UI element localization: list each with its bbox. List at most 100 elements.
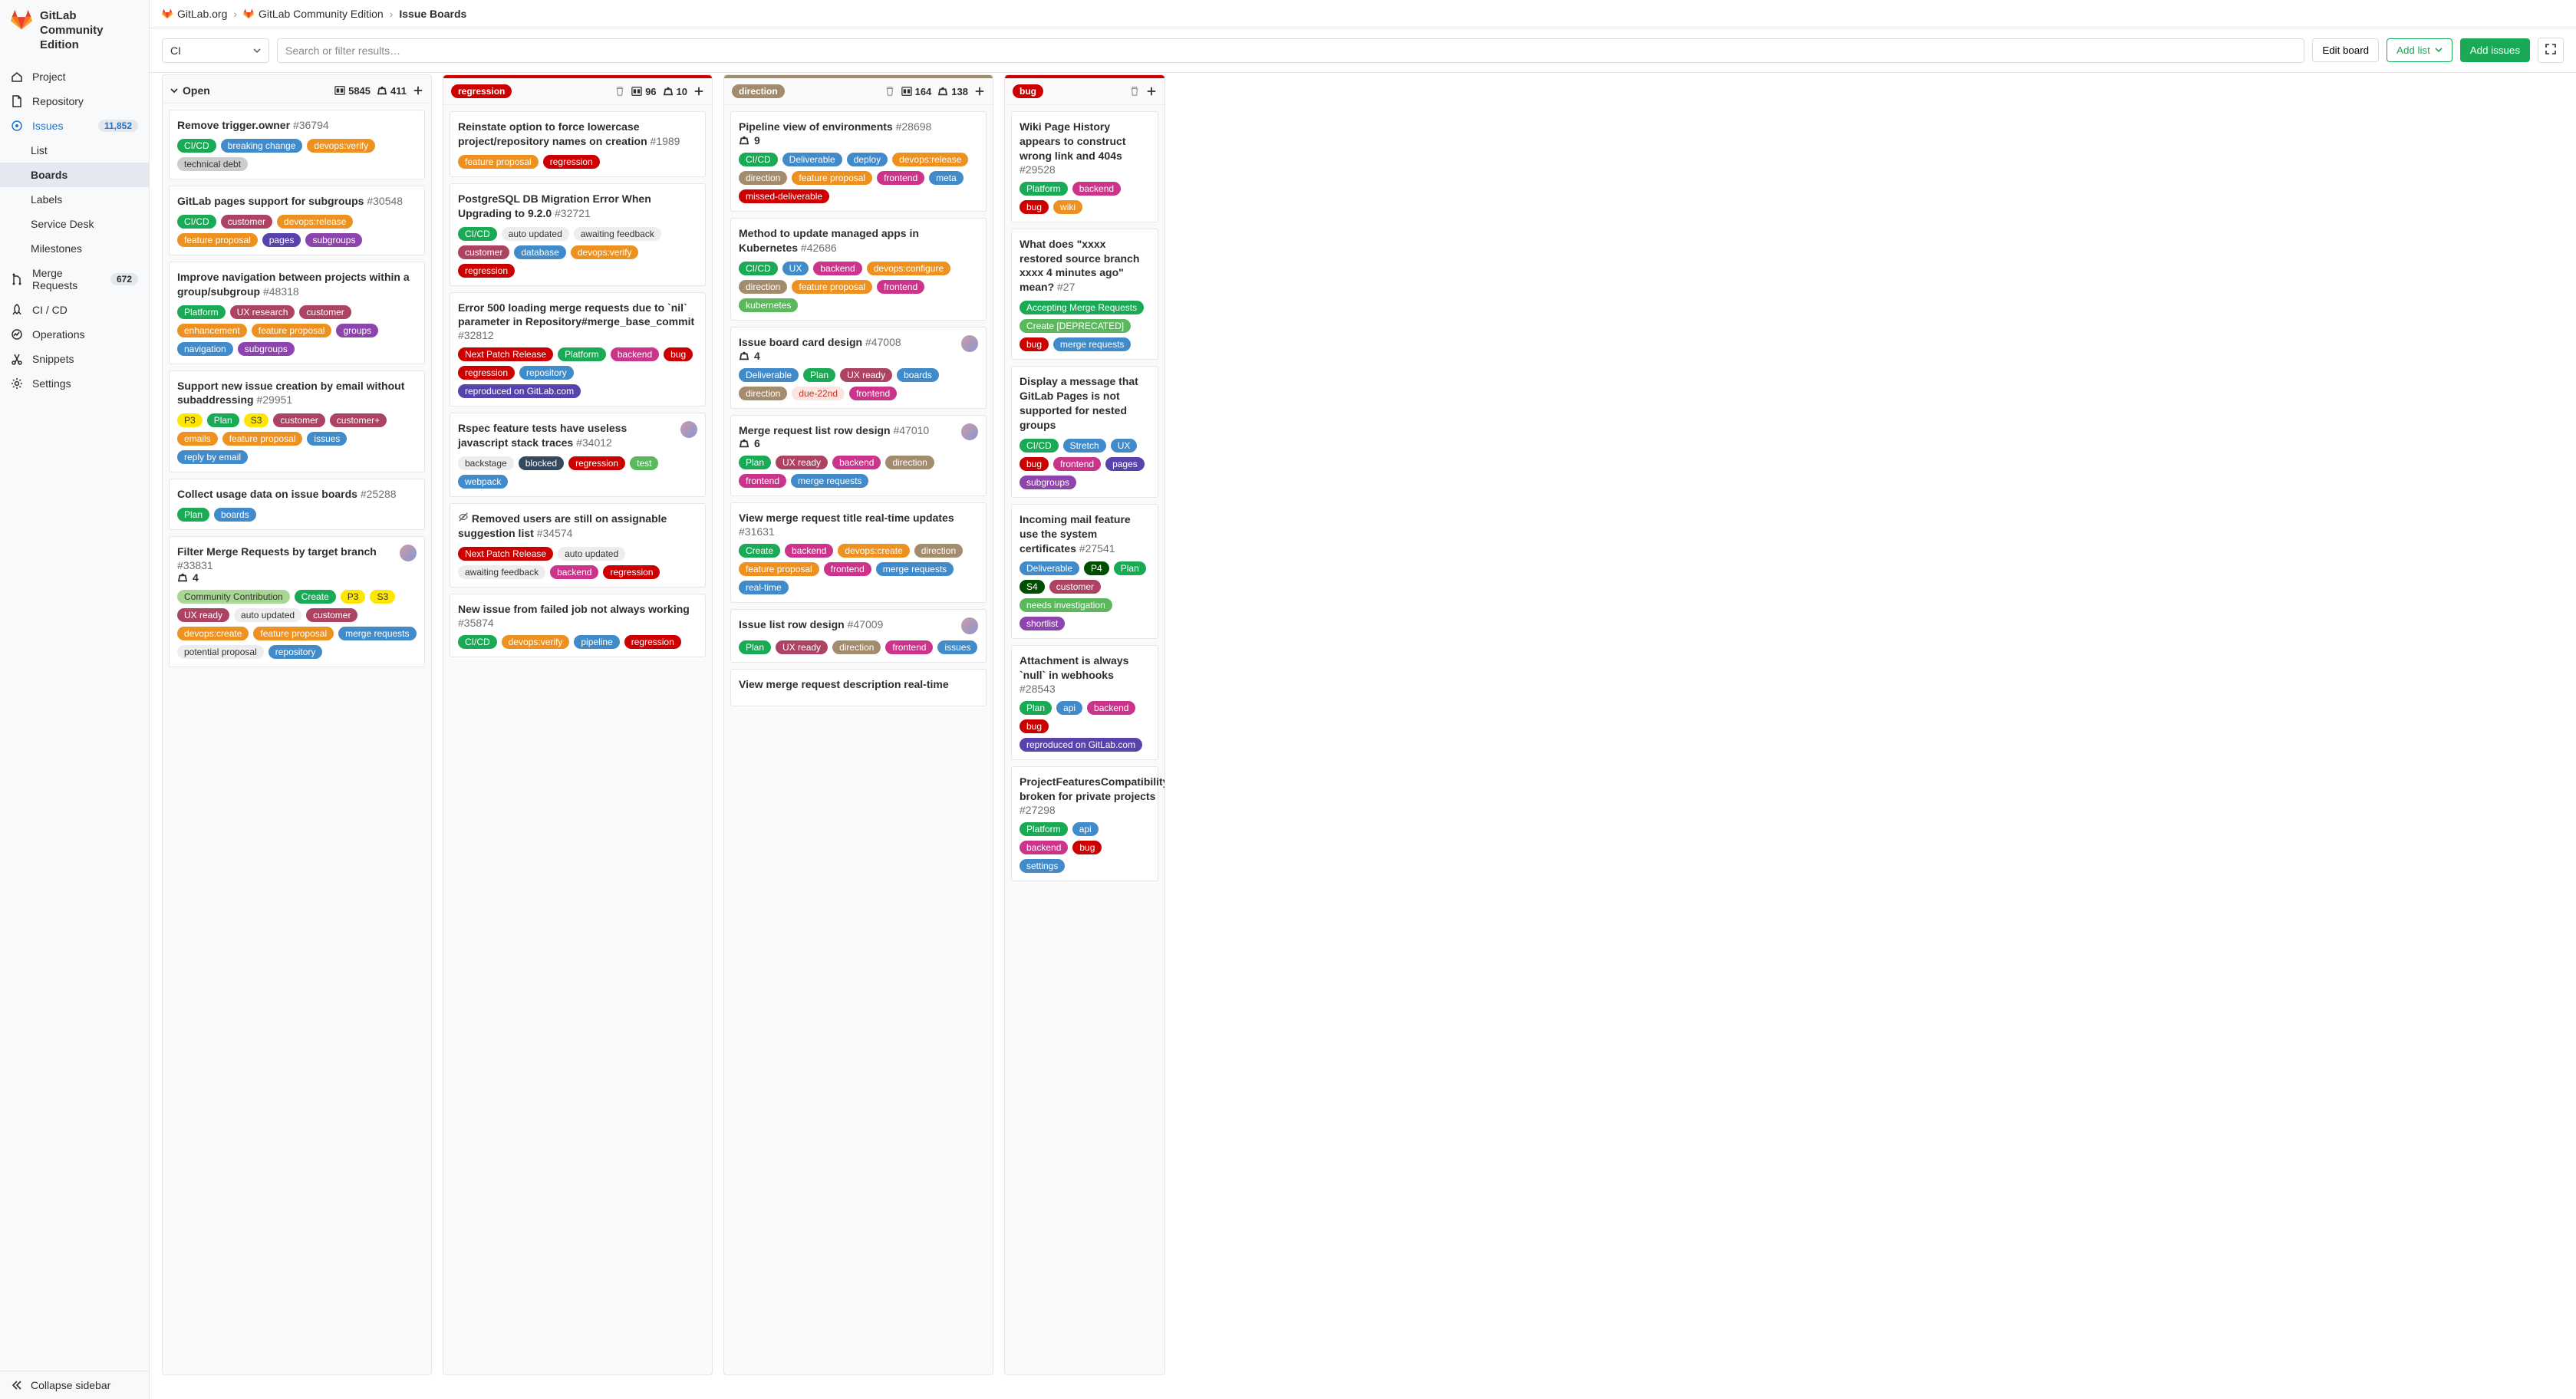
label-pill[interactable]: P4	[1084, 561, 1109, 575]
label-pill[interactable]: bug	[1020, 719, 1049, 733]
list-cards[interactable]: Wiki Page History appears to construct w…	[1005, 105, 1164, 1374]
label-pill[interactable]: devops:create	[177, 627, 249, 640]
issue-card[interactable]: Remove trigger.owner #36794 CI/CDbreakin…	[169, 110, 425, 179]
collapse-sidebar-button[interactable]: Collapse sidebar	[0, 1371, 149, 1399]
label-pill[interactable]: regression	[624, 635, 681, 649]
label-pill[interactable]: frontend	[885, 640, 933, 654]
label-pill[interactable]: CI/CD	[739, 262, 778, 275]
issue-card[interactable]: View merge request title real-time updat…	[730, 502, 987, 603]
label-pill[interactable]: CI/CD	[1020, 439, 1059, 453]
label-pill[interactable]: backstage	[458, 456, 514, 470]
edit-board-button[interactable]: Edit board	[2312, 38, 2379, 62]
label-pill[interactable]: customer	[299, 305, 351, 319]
label-pill[interactable]: customer	[273, 413, 324, 427]
label-pill[interactable]: backend	[785, 544, 833, 558]
label-pill[interactable]: feature proposal	[792, 280, 872, 294]
label-pill[interactable]: feature proposal	[458, 155, 539, 169]
label-pill[interactable]: awaiting feedback	[458, 565, 545, 579]
label-pill[interactable]: Platform	[558, 347, 606, 361]
label-pill[interactable]: Plan	[177, 508, 209, 522]
label-pill[interactable]: frontend	[1053, 457, 1101, 471]
label-pill[interactable]: direction	[739, 387, 787, 400]
label-pill[interactable]: bug	[1020, 200, 1049, 214]
label-pill[interactable]: Plan	[803, 368, 835, 382]
label-pill[interactable]: test	[630, 456, 658, 470]
issue-card[interactable]: Collect usage data on issue boards #2528…	[169, 479, 425, 530]
label-pill[interactable]: direction	[739, 171, 787, 185]
label-pill[interactable]: Accepting Merge Requests	[1020, 301, 1144, 314]
label-pill[interactable]: bug	[1020, 337, 1049, 351]
sub-nav-service-desk[interactable]: Service Desk	[0, 212, 149, 236]
delete-list-button[interactable]	[1129, 86, 1140, 97]
label-pill[interactable]: Platform	[1020, 822, 1068, 836]
label-pill[interactable]: pages	[262, 233, 301, 247]
issue-card[interactable]: Merge request list row design #47010 6 P…	[730, 415, 987, 497]
label-pill[interactable]: customer	[221, 215, 272, 229]
label-pill[interactable]: P3	[341, 590, 366, 604]
label-pill[interactable]: backend	[1072, 182, 1121, 196]
label-pill[interactable]: reproduced on GitLab.com	[1020, 738, 1142, 752]
label-pill[interactable]: backend	[611, 347, 659, 361]
sub-nav-milestones[interactable]: Milestones	[0, 236, 149, 261]
label-pill[interactable]: Deliverable	[1020, 561, 1079, 575]
label-pill[interactable]: Next Patch Release	[458, 547, 553, 561]
label-pill[interactable]: UX	[1111, 439, 1138, 453]
label-pill[interactable]: feature proposal	[222, 432, 303, 446]
issue-card[interactable]: Rspec feature tests have useless javascr…	[450, 413, 706, 497]
nav-item-ci-cd[interactable]: CI / CD	[0, 298, 149, 322]
issue-card[interactable]: GitLab pages support for subgroups #3054…	[169, 186, 425, 255]
label-pill[interactable]: feature proposal	[177, 233, 258, 247]
label-pill[interactable]: pipeline	[574, 635, 619, 649]
label-pill[interactable]: direction	[885, 456, 934, 469]
label-pill[interactable]: merge requests	[791, 474, 868, 488]
label-pill[interactable]: S3	[370, 590, 395, 604]
label-pill[interactable]: bug	[1020, 457, 1049, 471]
issue-card[interactable]: View merge request description real-time	[730, 669, 987, 706]
label-pill[interactable]: database	[514, 245, 565, 259]
label-pill[interactable]: regression	[458, 366, 515, 380]
list-cards[interactable]: Pipeline view of environments #28698 9 C…	[724, 105, 993, 1374]
label-pill[interactable]: boards	[214, 508, 256, 522]
nav-item-repository[interactable]: Repository	[0, 89, 149, 114]
board-switcher-select[interactable]: CI	[162, 38, 269, 63]
label-pill[interactable]: Stretch	[1063, 439, 1106, 453]
label-pill[interactable]: merge requests	[1053, 337, 1131, 351]
label-pill[interactable]: api	[1072, 822, 1099, 836]
label-pill[interactable]: auto updated	[502, 227, 569, 241]
label-pill[interactable]: regression	[458, 264, 515, 278]
label-pill[interactable]: customer+	[330, 413, 387, 427]
label-pill[interactable]: customer	[1049, 580, 1101, 594]
issue-card[interactable]: Error 500 loading merge requests due to …	[450, 292, 706, 407]
issue-card[interactable]: PostgreSQL DB Migration Error When Upgra…	[450, 183, 706, 286]
breadcrumb-item[interactable]: GitLab.org	[162, 8, 227, 20]
label-pill[interactable]: merge requests	[338, 627, 416, 640]
label-pill[interactable]: pages	[1105, 457, 1145, 471]
label-pill[interactable]: UX ready	[177, 608, 229, 622]
label-pill[interactable]: emails	[177, 432, 218, 446]
label-pill[interactable]: enhancement	[177, 324, 247, 337]
label-pill[interactable]: reply by email	[177, 450, 248, 464]
issue-card[interactable]: Removed users are still on assignable su…	[450, 503, 706, 588]
label-pill[interactable]: issues	[307, 432, 347, 446]
issue-card[interactable]: Issue board card design #47008 4 Deliver…	[730, 327, 987, 409]
label-pill[interactable]: customer	[458, 245, 509, 259]
label-pill[interactable]: CI/CD	[177, 215, 216, 229]
label-pill[interactable]: awaiting feedback	[574, 227, 661, 241]
label-pill[interactable]: breaking change	[221, 139, 303, 153]
label-pill[interactable]: feature proposal	[739, 562, 819, 576]
label-pill[interactable]: S3	[244, 413, 269, 427]
label-pill[interactable]: feature proposal	[792, 171, 872, 185]
add-issues-button[interactable]: Add issues	[2460, 38, 2530, 62]
label-pill[interactable]: Next Patch Release	[458, 347, 553, 361]
label-pill[interactable]: real-time	[739, 581, 789, 594]
label-pill[interactable]: UX	[782, 262, 809, 275]
label-pill[interactable]: devops:release	[277, 215, 353, 229]
label-pill[interactable]: bug	[664, 347, 693, 361]
issue-card[interactable]: Support new issue creation by email with…	[169, 370, 425, 473]
label-pill[interactable]: wiki	[1053, 200, 1082, 214]
breadcrumb-item[interactable]: GitLab Community Edition	[243, 8, 384, 20]
label-pill[interactable]: Plan	[207, 413, 239, 427]
issue-card[interactable]: Issue list row design #47009 PlanUX read…	[730, 609, 987, 663]
issue-card[interactable]: Incoming mail feature use the system cer…	[1011, 504, 1158, 640]
label-pill[interactable]: Plan	[1020, 701, 1052, 715]
